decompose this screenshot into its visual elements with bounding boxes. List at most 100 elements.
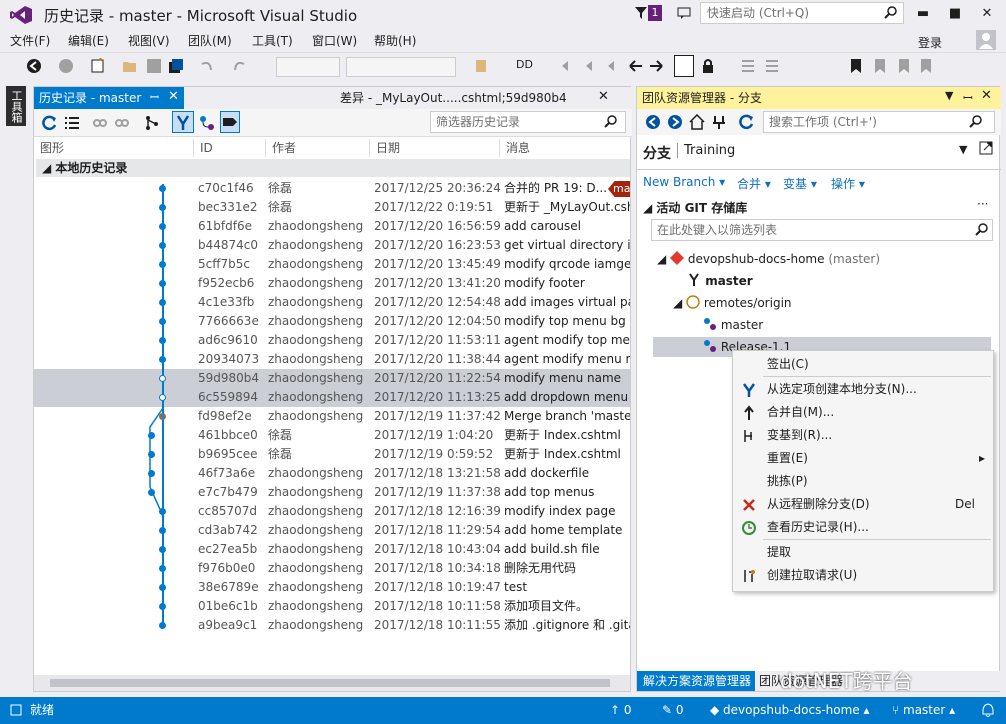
- section-dropdown-icon[interactable]: ▼: [959, 143, 967, 156]
- bookmark-prev-icon[interactable]: [560, 58, 576, 74]
- new-branch-link[interactable]: New Branch ▾: [643, 175, 725, 189]
- open-file-icon[interactable]: [122, 58, 138, 74]
- maximize-button[interactable]: ■: [940, 2, 970, 26]
- context-menu-item[interactable]: 变基到(R)...: [733, 424, 995, 447]
- menu-tools[interactable]: 工具(T): [252, 32, 293, 49]
- col-author-header[interactable]: 作者: [266, 139, 370, 157]
- show-tags-toggle[interactable]: [220, 111, 240, 133]
- table-row[interactable]: b9695cee 徐磊 2017/12/19 0:59:52 更新于 Index.cs…: [34, 445, 630, 464]
- context-menu-item[interactable]: 从选定项创建本地分支(N)...: [733, 378, 995, 401]
- table-row[interactable]: 20934073 zhaodongsheng 2017/12/20 11:38:44…: [34, 350, 630, 369]
- pin-panel-icon[interactable]: ꟷ: [963, 89, 973, 106]
- home-icon[interactable]: [689, 114, 705, 130]
- indent-icon[interactable]: [740, 58, 756, 74]
- context-menu-item[interactable]: 签出(C): [733, 353, 995, 376]
- col-date-header[interactable]: 日期: [370, 139, 500, 157]
- pending-changes[interactable]: ✎ 0: [662, 697, 684, 724]
- lock-icon[interactable]: [700, 58, 716, 74]
- graph-view-icon[interactable]: [144, 115, 160, 131]
- bookmark-nav-next-icon[interactable]: [896, 58, 912, 74]
- outdent-icon[interactable]: [764, 58, 780, 74]
- context-menu-item[interactable]: 提取: [733, 541, 995, 564]
- menu-team[interactable]: 团队(M): [188, 32, 232, 49]
- bookmark-clear-icon[interactable]: [606, 58, 622, 74]
- bookmark-remove-icon[interactable]: [918, 58, 934, 74]
- menu-file[interactable]: 文件(F): [10, 32, 50, 49]
- local-history-group[interactable]: ◢ 本地历史记录: [36, 159, 630, 177]
- quick-launch-input[interactable]: 快速启动 (Ctrl+Q): [700, 2, 904, 24]
- bookmark-icon[interactable]: [848, 58, 864, 74]
- branch-filter-search-icon[interactable]: [975, 223, 989, 237]
- history-filter-input[interactable]: 筛选器历史记录: [430, 111, 626, 133]
- context-menu-item[interactable]: 重置(E) ▸: [733, 447, 995, 470]
- solution-platform-select[interactable]: [346, 57, 456, 77]
- show-first-parent-toggle[interactable]: [172, 111, 194, 133]
- table-row[interactable]: ad6c9610 zhaodongsheng 2017/12/20 11:53:11…: [34, 331, 630, 350]
- comment-toggle-icon[interactable]: DD: [516, 58, 533, 71]
- solution-explorer-tab[interactable]: 解决方案资源管理器: [637, 671, 755, 691]
- undo-icon[interactable]: [198, 58, 214, 74]
- table-row[interactable]: 46f73a6e zhaodongsheng 2017/12/18 13:21:58…: [34, 464, 630, 483]
- context-menu-item[interactable]: 查看历史记录(H)...: [733, 516, 995, 539]
- table-row[interactable]: b44874c0 zhaodongsheng 2017/12/20 16:23:53…: [34, 236, 630, 255]
- te-search-icon[interactable]: [969, 115, 983, 129]
- table-row[interactable]: ec27ea5b zhaodongsheng 2017/12/18 10:43:04…: [34, 540, 630, 559]
- table-row[interactable]: e7c7b479 zhaodongsheng 2017/12/19 11:37:38…: [34, 483, 630, 502]
- more-options-icon[interactable]: ···: [977, 197, 988, 211]
- bookmark-next-icon[interactable]: [584, 58, 600, 74]
- table-row[interactable]: 5cff7b5c zhaodongsheng 2017/12/20 13:45:49…: [34, 255, 630, 274]
- table-row[interactable]: a9bea9c1 zhaodongsheng 2017/12/18 10:11:55…: [34, 616, 630, 635]
- repo-tree-item[interactable]: ◢ devopshub-docs-home (master): [657, 251, 880, 266]
- back-icon[interactable]: [26, 58, 42, 74]
- table-row[interactable]: 59d980b4 zhaodongsheng 2017/12/20 11:22:54…: [34, 369, 630, 388]
- unpublished-commits[interactable]: ↑ 0: [610, 697, 632, 724]
- save-icon[interactable]: [146, 58, 162, 74]
- link-icon[interactable]: [92, 115, 108, 131]
- context-menu-item[interactable]: 创建拉取请求(U): [733, 564, 995, 587]
- work-item-search-input[interactable]: 搜索工作项 (Ctrl+'): [763, 111, 995, 133]
- scrollbar-thumb[interactable]: [50, 679, 610, 687]
- close-diff-tab-icon[interactable]: ✕: [598, 89, 609, 104]
- table-row[interactable]: f952ecb6 zhaodongsheng 2017/12/20 13:41:20…: [34, 274, 630, 293]
- table-row[interactable]: 7766663e zhaodongsheng 2017/12/20 12:04:50…: [34, 312, 630, 331]
- active-repos-header[interactable]: ◢ 活动 GIT 存储库: [643, 199, 747, 216]
- project-name[interactable]: Training: [677, 143, 735, 158]
- remote-branches-icon[interactable]: [198, 114, 216, 132]
- table-row[interactable]: 4c1e33fb zhaodongsheng 2017/12/20 12:54:48…: [34, 293, 630, 312]
- remote-master-branch[interactable]: master: [703, 317, 763, 332]
- branch-selector[interactable]: ⑂ master ▴: [892, 697, 955, 724]
- table-row[interactable]: 61bfdf6e zhaodongsheng 2017/12/20 16:56:59…: [34, 217, 630, 236]
- unlink-icon[interactable]: [114, 115, 130, 131]
- account-avatar-icon[interactable]: [976, 30, 996, 50]
- merge-link[interactable]: 合并 ▾: [737, 175, 771, 192]
- col-graph-header[interactable]: 图形: [34, 139, 194, 157]
- menu-help[interactable]: 帮助(H): [374, 32, 416, 49]
- table-row[interactable]: 38e6789e zhaodongsheng 2017/12/18 10:19:47…: [34, 578, 630, 597]
- te-back-icon[interactable]: [645, 114, 661, 130]
- close-tab-icon[interactable]: ✕: [168, 89, 179, 104]
- actions-link[interactable]: 操作 ▾: [831, 175, 865, 192]
- table-row[interactable]: cd3ab742 zhaodongsheng 2017/12/18 11:29:54…: [34, 521, 630, 540]
- forward-icon[interactable]: [58, 58, 74, 74]
- col-message-header[interactable]: 消息: [500, 139, 630, 157]
- minimize-button[interactable]: ▬: [908, 2, 938, 26]
- close-button[interactable]: ✕: [972, 2, 1002, 26]
- menu-window[interactable]: 窗口(W): [312, 32, 357, 49]
- te-forward-icon[interactable]: [667, 114, 683, 130]
- remotes-origin-item[interactable]: ◢ remotes/origin: [673, 295, 792, 310]
- close-panel-icon[interactable]: ✕: [981, 88, 992, 103]
- filter-search-icon[interactable]: [604, 115, 618, 129]
- nav-back-icon[interactable]: [628, 58, 644, 74]
- table-row[interactable]: f976b0e0 zhaodongsheng 2017/12/18 10:34:18…: [34, 559, 630, 578]
- notification-badge[interactable]: 1: [648, 5, 662, 21]
- menu-view[interactable]: 视图(V): [128, 32, 170, 49]
- login-link[interactable]: 登录: [918, 34, 942, 51]
- refresh-icon[interactable]: [42, 115, 58, 131]
- table-row[interactable]: bec331e2 徐磊 2017/12/22 0:19:51 更新于 _MyLayOu…: [34, 198, 630, 217]
- new-project-icon[interactable]: [90, 58, 106, 74]
- list-view-icon[interactable]: [64, 115, 80, 131]
- context-menu-item[interactable]: 挑拣(P): [733, 470, 995, 493]
- diff-tab[interactable]: 差异 - _MyLayOut.....cshtml;59d980b4: [334, 87, 632, 109]
- horizontal-scrollbar[interactable]: [34, 675, 630, 691]
- local-master-branch[interactable]: master: [687, 273, 753, 288]
